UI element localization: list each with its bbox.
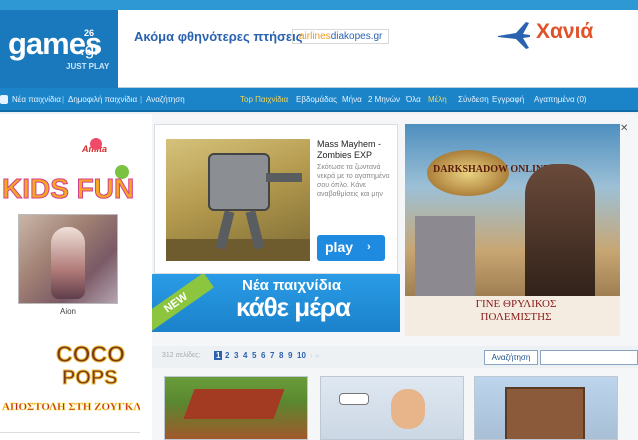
nav-link-popular-games[interactable]: Δημοφιλή παιχνίδια [68,95,137,104]
coco-text: COCO [56,341,125,367]
ad-tagline-line-1: ΓΙΝΕ ΘΡΥΛΙΚΟΣ [475,298,557,310]
play-arrow-icon: › [367,241,371,253]
page-link[interactable]: 4 [243,351,247,360]
game-thumbnail[interactable] [164,376,308,440]
main-content: Mass Mayhem - Zombies EXP Σκότωσε τα ζων… [152,114,638,440]
airplane-icon [498,22,530,49]
nav-link-week[interactable]: Εβδομάδας [296,95,337,104]
nav-link-month[interactable]: Μήνα [342,95,362,104]
ad-close-icon[interactable]: ✕ [620,123,628,134]
site-logo[interactable]: games 26 .gr JUST PLAY [0,10,118,88]
kids-fun-text: KIDS FUN [2,173,134,204]
ad-tagline-line-2: ΠΟΛΕΜΙΣΤΗΣ [480,311,552,323]
logo-suffix: .gr [80,40,100,59]
nav-link-two-months[interactable]: 2 Μηνών [368,95,400,104]
nav-link-all[interactable]: Όλα [406,95,421,104]
coco-sub-text: ΑΠΟΣΤΟΛΗ ΣΤΗ ΖΟΥΓΚΛΑ [2,401,140,413]
nav-link-new-games[interactable]: Νέα παιχνίδια [12,95,61,104]
ad-warrior [525,164,595,304]
nav-link-register[interactable]: Εγγραφή [492,95,524,104]
play-button-label: play [325,239,354,255]
ad-tagline: ΓΙΝΕ ΘΡΥΛΙΚΟΣ ΠΟΛΕΜΙΣΤΗΣ [431,298,601,324]
page-count-label: 312 σελίδες: [162,352,201,359]
cartoon-face [391,389,425,429]
featured-game-title[interactable]: Mass Mayhem - Zombies EXP [317,139,397,161]
ad-castle [415,216,475,296]
top-banner-ad[interactable]: Ακόμα φθηνότερες πτήσεις airlinesdiakope… [118,10,638,88]
logo-tagline: JUST PLAY [66,62,110,71]
new-games-banner[interactable]: NEW Νέα παιχνίδια κάθε μέρα [152,274,400,332]
game-title-aion[interactable]: Aion [18,307,118,316]
home-icon[interactable] [0,95,8,104]
featured-game-card: Mass Mayhem - Zombies EXP Σκότωσε τα ζων… [154,124,398,274]
banner-ad-logo-main: diakopes.gr [330,31,383,42]
aion-character [51,227,85,299]
game-thumbnail[interactable] [474,376,618,440]
page-link[interactable]: 5 [252,351,256,360]
page-link[interactable]: 10 [297,351,306,360]
nav-separator: | [62,95,65,104]
banner-ad-text: Ακόμα φθηνότερες πτήσεις [134,29,303,44]
pagination-bar: 312 σελίδες: 1 2 3 4 5 6 7 8 9 10 › » Αν… [152,346,638,368]
page-link[interactable]: 6 [261,351,265,360]
page-current[interactable]: 1 [214,351,223,360]
nav-link-top-games[interactable]: Top Παιχνίδια [240,95,288,104]
search-button[interactable]: Αναζήτηση [484,350,538,365]
next-page-arrows[interactable]: › » [310,351,319,360]
house-building [505,387,585,439]
sidebar-divider [0,432,140,440]
page-link[interactable]: 3 [234,351,238,360]
mech-robot [208,153,270,211]
nav-separator: | [140,95,143,104]
promo-line-2: κάθε μέρα [236,292,351,322]
kids-fun-logo[interactable]: Amita KIDS FUN [0,128,140,218]
nav-link-login[interactable]: Σύνδεση [458,95,489,104]
coco-pops-logo[interactable]: COCO POPS ΑΠΟΣΤΟΛΗ ΣΤΗ ΖΟΥΓΚΛΑ [0,332,140,428]
top-stripe [0,0,638,10]
banner-ad-city: Χανιά [536,20,594,43]
nav-link-members[interactable]: Μέλη [428,95,447,104]
nav-link-search[interactable]: Αναζήτηση [146,95,185,104]
darkshadow-ad[interactable]: DARKSHADOW ONLINE ΓΙΝΕ ΘΡΥΛΙΚΟΣ ΠΟΛΕΜΙΣΤ… [405,124,620,336]
castle-roof [183,389,285,419]
game-thumbnail-aion[interactable] [18,214,118,304]
featured-game-image[interactable] [166,139,310,261]
page-link[interactable]: 7 [270,351,274,360]
new-ribbon: NEW [152,274,214,332]
page-link[interactable]: 2 [225,351,229,360]
banner-ad-logo: airlinesdiakopes.gr [292,29,390,44]
play-button[interactable]: play › [317,235,385,261]
mech-gun [266,173,302,182]
banner-ad-logo-prefix: airlines [299,31,331,42]
nav-link-favorites[interactable]: Αγαπημένα (0) [534,95,587,104]
search-input[interactable] [540,350,638,365]
featured-game-description: Σκότωσε τα ζωντανά νεκρά με το αγαπημένο… [317,164,390,198]
speech-bubble [339,393,369,405]
page-link[interactable]: 9 [288,351,292,360]
pops-text: POPS [62,367,118,389]
game-thumbnail[interactable] [320,376,464,440]
page-link[interactable]: 8 [279,351,283,360]
logo-superscript: 26 [84,28,95,38]
scene-ground [166,239,310,261]
main-nav: Νέα παιχνίδια | Δημοφιλή παιχνίδια | Ανα… [0,88,638,112]
left-sidebar: Amita KIDS FUN Aion COCO POPS ΑΠΟΣΤΟΛΗ Σ… [0,114,152,440]
